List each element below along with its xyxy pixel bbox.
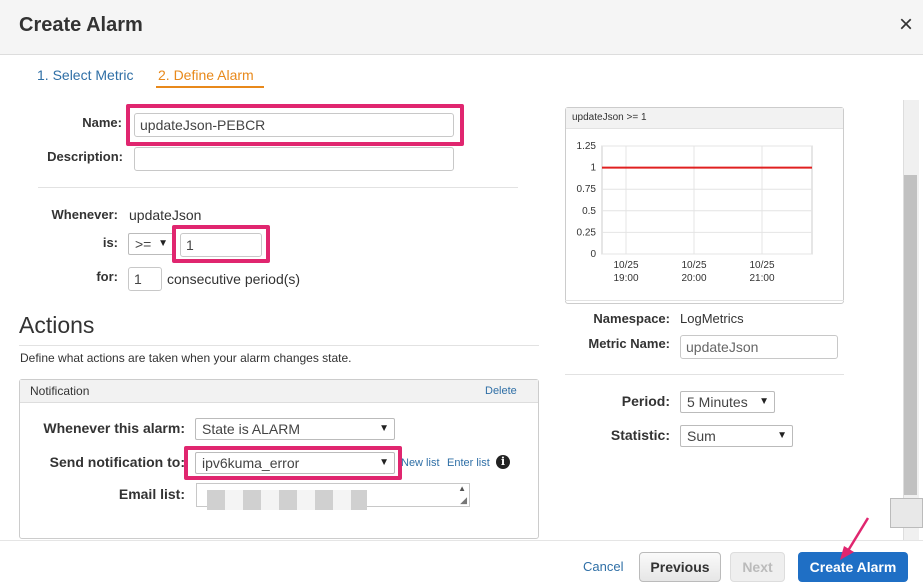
footer-divider [0,540,923,541]
state-value: State is ALARM [202,421,301,437]
namespace-value: LogMetrics [680,311,744,326]
new-list-link[interactable]: New list [401,457,440,469]
description-label: Description: [47,149,123,164]
statistic-select[interactable]: Sum ▼ [680,425,793,447]
y-tick-label: 0.25 [577,227,597,238]
whenever-value: updateJson [129,207,202,223]
period-value: 5 Minutes [687,394,748,410]
info-icon[interactable]: i [496,455,510,469]
actions-description: Define what actions are taken when your … [20,351,352,365]
period-select[interactable]: 5 Minutes ▼ [680,391,775,413]
x-tick-label: 19:00 [613,273,638,284]
scrollbar-thumb[interactable] [904,175,917,495]
y-tick-label: 1 [590,163,596,174]
y-tick-label: 0.5 [582,206,596,217]
period-label: Period: [621,393,670,409]
description-input[interactable] [134,147,454,171]
delete-link[interactable]: Delete [485,385,517,397]
previous-button[interactable]: Previous [639,552,721,582]
x-tick-label: 10/25 [613,260,638,271]
x-tick-label: 10/25 [749,260,774,271]
close-icon[interactable]: × [899,13,913,37]
operator-select[interactable]: >= ▼ [128,233,174,255]
chart-divider [565,300,844,301]
periods-suffix: consecutive period(s) [167,271,301,287]
topic-select[interactable]: ipv6kuma_error ▼ [195,452,395,474]
enter-list-link[interactable]: Enter list [447,457,490,469]
namespace-label: Namespace: [593,311,670,326]
email-list-textarea[interactable]: ▲ ◢ [196,483,470,510]
cancel-link[interactable]: Cancel [583,559,623,574]
chevron-down-icon: ▼ [777,430,787,441]
notification-title: Notification [30,384,90,398]
name-input[interactable]: updateJson-PEBCR [134,113,454,137]
step-select-metric[interactable]: 1. Select Metric [37,67,133,83]
plot-area [601,145,813,255]
name-label: Name: [82,115,122,130]
is-label: is: [102,235,118,250]
whenever-alarm-label: Whenever this alarm: [43,420,185,436]
actions-divider [19,345,539,346]
actions-heading: Actions [19,312,95,338]
whenever-label: Whenever: [51,207,118,222]
scroll-up-icon[interactable]: ▲ [458,484,466,493]
for-label: for: [96,269,118,284]
active-step-indicator [156,86,264,88]
threshold-input[interactable]: 1 [180,233,262,257]
next-button[interactable]: Next [730,552,785,582]
window-widget-icon[interactable] [890,498,923,528]
chevron-down-icon: ▼ [759,396,769,407]
x-tick-label: 10/25 [681,260,706,271]
periods-input[interactable]: 1 [128,267,162,291]
state-select[interactable]: State is ALARM ▼ [195,418,395,440]
operator-value: >= [135,236,152,252]
resize-handle-icon[interactable]: ◢ [460,495,467,506]
y-tick-label: 0.75 [577,184,597,195]
y-tick-label: 0 [590,249,596,260]
chevron-down-icon: ▼ [379,457,389,468]
metric-name-label: Metric Name: [588,336,670,351]
step-define-alarm[interactable]: 2. Define Alarm [158,67,254,83]
chevron-down-icon: ▼ [379,423,389,434]
statistic-label: Statistic: [610,427,670,443]
x-tick-label: 21:00 [749,273,774,284]
chart-title: updateJson >= 1 [572,112,647,123]
email-list-label: Email list: [118,486,185,502]
x-tick-label: 20:00 [681,273,706,284]
statistic-value: Sum [687,428,716,444]
y-tick-label: 1.25 [577,141,597,152]
divider [38,187,518,188]
send-notification-label: Send notification to: [49,454,185,470]
period-divider [565,374,844,375]
annotation-arrow [840,517,870,560]
topic-value: ipv6kuma_error [202,455,300,471]
notification-panel-header [20,380,538,403]
chevron-down-icon: ▼ [158,238,168,249]
dialog-title: Create Alarm [19,14,143,36]
redacted-email [207,490,367,510]
chart-plot: 0 0.25 0.5 0.75 1 1.25 10/25 19:00 10/25 20:00 10/… [577,141,813,284]
metric-name-input[interactable]: updateJson [680,335,838,359]
